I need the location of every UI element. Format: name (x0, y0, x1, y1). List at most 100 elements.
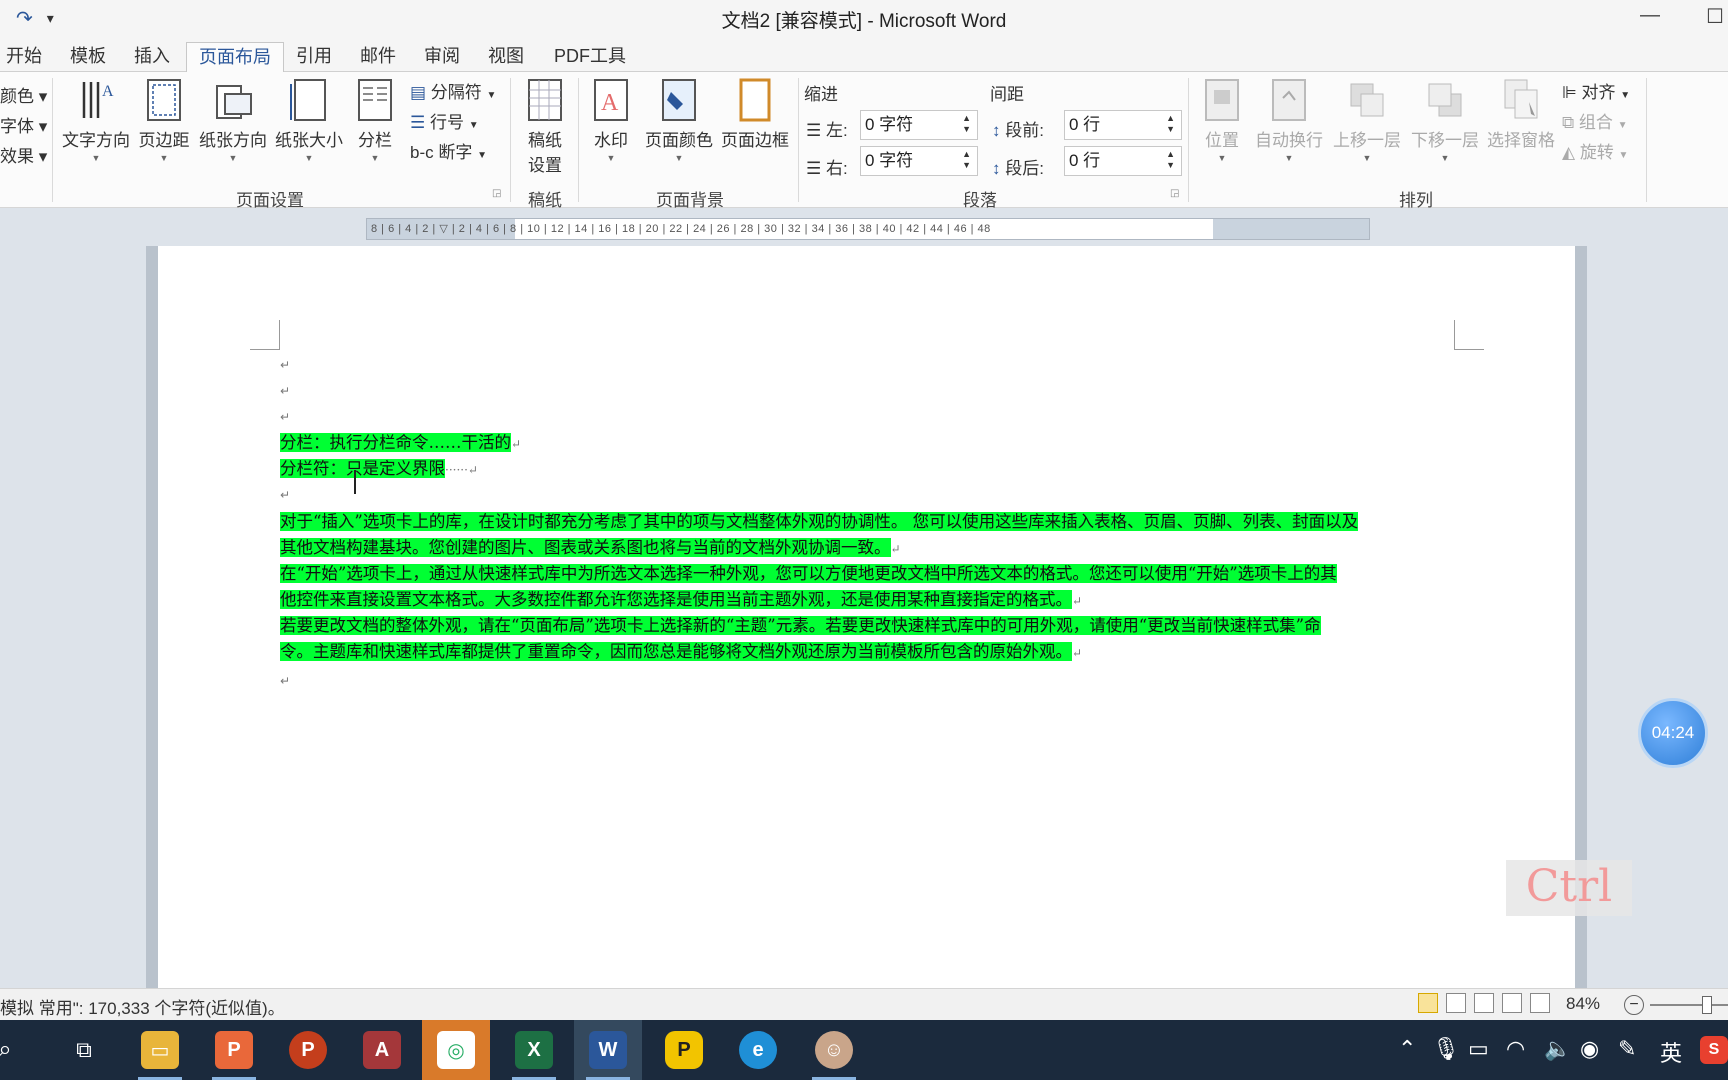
paragraph-mark: ↵ (280, 674, 291, 688)
group-button[interactable]: ⧉ 组合 ▼ (1562, 108, 1628, 133)
margins-button[interactable]: 页边距 ▼ (136, 78, 192, 163)
ime-indicator[interactable]: 英 (1660, 1036, 1682, 1068)
pen-icon[interactable]: ✎ (1618, 1036, 1636, 1062)
doc-paragraph-1[interactable]: 对于“插入”选项卡上的库，在设计时都充分考虑了其中的项与文档整体外观的协调性。 … (280, 509, 1453, 561)
tab-insert[interactable]: 插入 (122, 42, 182, 72)
volume-icon[interactable]: 🔈 (1544, 1036, 1571, 1062)
sogou-icon[interactable]: S (1700, 1036, 1728, 1064)
word-icon[interactable]: W (574, 1020, 642, 1080)
svg-text:A: A (102, 83, 114, 100)
size-button[interactable]: 纸张大小 ▼ (272, 78, 346, 163)
title-bar: ↷ ▾ 文档2 [兼容模式] - Microsoft Word — ☐ (0, 0, 1728, 38)
indent-heading: 缩进 (804, 85, 838, 104)
recording-timer[interactable]: 04:24 (1638, 698, 1708, 768)
spacing-after-label: ↕ 段后: (992, 159, 1044, 178)
status-bar: 模拟 常用": 170,333 个字符(近似值)。 84% − (0, 988, 1728, 1020)
spacing-after-input[interactable]: 0 行 ▲ ▼ (1064, 146, 1182, 176)
spin-arrows-icon[interactable]: ▲ ▼ (962, 113, 971, 135)
excel-icon[interactable]: X (500, 1020, 568, 1080)
spacing-before-icon: ↕ (992, 121, 1001, 140)
page-borders-button[interactable]: 页面边框 (718, 78, 792, 151)
spacing-before-input[interactable]: 0 行 ▲ ▼ (1064, 110, 1182, 140)
ribbon: 颜色 ▾ 字体 ▾ 效果 ▾ A 文字方向 ▼ 页边距 ▼ 纸张方向 ▼ 纸张大小 ▼ … (0, 72, 1728, 210)
wechat-icon[interactable]: ◎ (422, 1020, 490, 1080)
zoom-slider[interactable] (1650, 1004, 1728, 1006)
minimize-icon[interactable]: — (1640, 4, 1660, 27)
horizontal-ruler[interactable]: 8 | 6 | 4 | 2 | ▽ | 2 | 4 | 6 | 8 | 10 |… (366, 218, 1370, 240)
zoom-slider-thumb[interactable] (1702, 996, 1712, 1014)
zoom-out-icon[interactable]: − (1624, 995, 1644, 1015)
indent-right-input[interactable]: 0 字符 ▲ ▼ (860, 146, 978, 176)
text-direction-button[interactable]: A 文字方向 ▼ (58, 78, 134, 163)
position-icon (1205, 79, 1239, 121)
orientation-button[interactable]: 纸张方向 ▼ (196, 78, 270, 163)
reading-view-icon[interactable] (1446, 993, 1466, 1013)
file-explorer-icon[interactable]: ▭ (126, 1020, 194, 1080)
bring-forward-button[interactable]: 上移一层 ▼ (1330, 78, 1404, 163)
breaks-button[interactable]: ▤ 分隔符 ▼ (410, 78, 496, 103)
user-avatar-icon[interactable]: ☺ (800, 1020, 868, 1080)
theme-colors-button[interactable]: 颜色 ▾ (0, 82, 47, 107)
watermark-button[interactable]: A 水印 ▼ (584, 78, 638, 163)
task-view-icon[interactable]: ⧉ (50, 1020, 118, 1080)
page-color-button[interactable]: 页面颜色 ▼ (642, 78, 716, 163)
manuscript-setup-button[interactable]: 稿纸 设置 (518, 78, 572, 176)
page-background-group-label: 页面背景 (656, 191, 724, 210)
indent-left-input[interactable]: 0 字符 ▲ ▼ (860, 110, 978, 140)
wrap-text-button[interactable]: 自动换行 ▼ (1252, 78, 1326, 163)
position-button[interactable]: 位置 ▼ (1196, 78, 1248, 163)
columns-button[interactable]: 分栏 ▼ (350, 78, 400, 163)
send-backward-button[interactable]: 下移一层 ▼ (1408, 78, 1482, 163)
print-layout-view-icon[interactable] (1418, 993, 1438, 1013)
watermark-icon: A (594, 79, 628, 121)
draft-view-icon[interactable] (1530, 993, 1550, 1013)
manuscript-icon (528, 79, 562, 121)
tab-mailings[interactable]: 邮件 (348, 42, 408, 72)
tab-templates[interactable]: 模板 (58, 42, 118, 72)
send-backward-icon (1428, 83, 1462, 117)
selection-pane-button[interactable]: 选择窗格 (1484, 78, 1558, 151)
spacing-heading: 间距 (990, 85, 1024, 104)
hyphenation-button[interactable]: b-c 断字 ▼ (410, 138, 487, 163)
zoom-level[interactable]: 84% (1566, 994, 1600, 1014)
wifi-icon[interactable]: ◠ (1506, 1036, 1525, 1062)
tab-review[interactable]: 审阅 (412, 42, 472, 72)
microphone-icon[interactable]: 🎙 (1432, 1036, 1460, 1062)
status-message: 模拟 常用": 170,333 个字符(近似值)。 (0, 999, 285, 1018)
outline-view-icon[interactable] (1502, 993, 1522, 1013)
line-numbers-button[interactable]: ☰ 行号 ▼ (410, 108, 479, 133)
doc-line-columns[interactable]: 分栏：执行分栏命令……干活的↵ (280, 430, 521, 457)
spin-arrows-icon[interactable]: ▲ ▼ (1166, 113, 1175, 135)
chevron-up-icon[interactable]: ⌃ (1398, 1036, 1416, 1062)
web-layout-view-icon[interactable] (1474, 993, 1494, 1013)
powerpoint-icon[interactable]: P (274, 1020, 342, 1080)
battery-icon[interactable]: ▭ (1468, 1036, 1489, 1062)
svg-text:A: A (601, 90, 619, 116)
tab-references[interactable]: 引用 (284, 42, 344, 72)
doc-line-column-break[interactable]: 分栏符：只是定义界限······↵ (280, 456, 478, 483)
tab-page-layout[interactable]: 页面布局 (186, 42, 284, 73)
window-title: 文档2 [兼容模式] - Microsoft Word (721, 11, 1007, 32)
maximize-icon[interactable]: ☐ (1706, 4, 1724, 29)
qq-icon[interactable]: ◉ (1580, 1036, 1599, 1062)
rotate-button[interactable]: ◭ 旋转 ▼ (1562, 138, 1628, 163)
align-icon: ⊫ (1562, 83, 1577, 102)
search-icon[interactable]: ⌕ (0, 1020, 30, 1080)
access-icon[interactable]: A (348, 1020, 416, 1080)
spin-arrows-icon[interactable]: ▲ ▼ (1166, 149, 1175, 171)
align-button[interactable]: ⊫ 对齐 ▼ (1562, 78, 1630, 103)
spin-arrows-icon[interactable]: ▲ ▼ (962, 149, 971, 171)
doc-paragraph-2[interactable]: 在“开始”选项卡上，通过从快速样式库中为所选文本选择一种外观，您可以方便地更改文… (280, 561, 1453, 613)
theme-fonts-button[interactable]: 字体 ▾ (0, 112, 47, 137)
tab-home[interactable]: 开始 (0, 42, 54, 72)
doc-paragraph-3[interactable]: 若要更改文档的整体外观，请在“页面布局”选项卡上选择新的“主题”元素。若要更改快… (280, 613, 1453, 665)
edge-icon[interactable]: e (724, 1020, 792, 1080)
wps-presentation-icon[interactable]: P (200, 1020, 268, 1080)
page-setup-dialog-launcher[interactable]: ◲ (492, 188, 501, 199)
paragraph-dialog-launcher[interactable]: ◲ (1170, 188, 1179, 199)
pdf-tool-icon[interactable]: P (650, 1020, 718, 1080)
page-setup-group-label: 页面设置 (236, 191, 304, 210)
theme-effects-button[interactable]: 效果 ▾ (0, 142, 47, 167)
tab-pdf-tools[interactable]: PDF工具 (542, 42, 638, 72)
tab-view[interactable]: 视图 (476, 42, 536, 72)
